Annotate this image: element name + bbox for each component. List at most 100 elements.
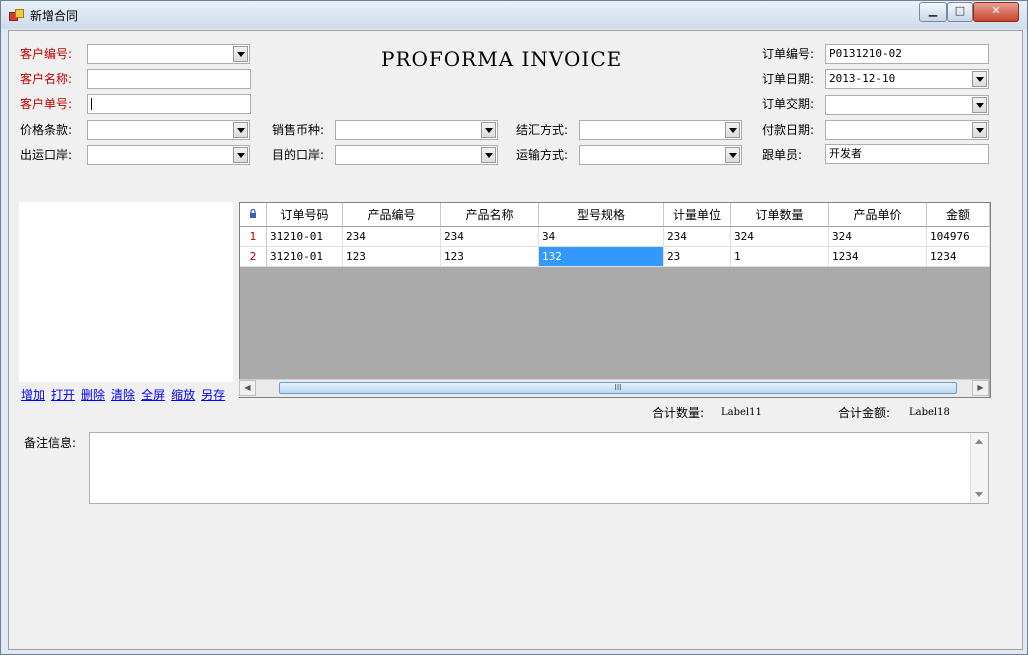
- notes-vertical-scrollbar[interactable]: [970, 433, 988, 503]
- minimize-button[interactable]: ▁: [919, 2, 947, 22]
- product-image-box[interactable]: [19, 202, 233, 382]
- image-actions: 增加 打开 删除 清除 全屏 缩放 另存: [21, 386, 231, 403]
- follower-label: 跟单员:: [762, 148, 803, 162]
- row-number[interactable]: 1: [240, 227, 267, 247]
- price-terms-label: 价格条款:: [20, 123, 73, 137]
- table-cell[interactable]: 31210-01: [267, 227, 343, 247]
- table-cell[interactable]: 23: [664, 247, 731, 267]
- order-items-grid[interactable]: 订单号码 产品编号 产品名称 型号规格 计量单位 订单数量 产品单价 金额 1 …: [239, 202, 991, 398]
- app-icon: [9, 9, 24, 21]
- col-header-price[interactable]: 产品单价: [829, 203, 927, 227]
- form-client-area: 客户编号: PROFORMA INVOICE 订单编号: P0131210-02…: [8, 30, 1023, 650]
- port-load-combo[interactable]: [87, 145, 250, 165]
- delete-image-link[interactable]: 删除: [81, 388, 105, 402]
- payment-date-picker[interactable]: [825, 120, 989, 140]
- table-cell[interactable]: 34: [539, 227, 664, 247]
- notes-textarea[interactable]: [89, 432, 989, 504]
- notes-label: 备注信息:: [24, 436, 77, 450]
- port-load-label: 出运口岸:: [20, 148, 73, 162]
- table-cell[interactable]: 1234: [927, 247, 990, 267]
- chevron-down-icon[interactable]: [972, 122, 987, 138]
- follower-field[interactable]: 开发者: [825, 144, 989, 164]
- table-cell[interactable]: 123: [441, 247, 539, 267]
- table-cell[interactable]: 324: [731, 227, 829, 247]
- save-as-image-link[interactable]: 另存: [201, 388, 225, 402]
- chevron-down-icon[interactable]: [233, 147, 248, 163]
- total-amount-value: Label18: [909, 407, 950, 418]
- customer-order-field[interactable]: [87, 94, 251, 114]
- chevron-down-icon[interactable]: [725, 122, 740, 138]
- table-cell[interactable]: 234: [441, 227, 539, 247]
- transport-combo[interactable]: [579, 145, 742, 165]
- scroll-down-icon[interactable]: [975, 492, 983, 497]
- page-title: PROFORMA INVOICE: [381, 47, 623, 71]
- delivery-date-label: 订单交期:: [762, 97, 815, 111]
- order-date-value: 2013-12-10: [829, 72, 896, 85]
- total-qty-label: 合计数量:: [652, 406, 705, 420]
- table-cell[interactable]: 324: [829, 227, 927, 247]
- scroll-right-icon[interactable]: ▶: [972, 380, 989, 396]
- chevron-down-icon[interactable]: [725, 147, 740, 163]
- col-header-unit[interactable]: 计量单位: [664, 203, 731, 227]
- sales-currency-combo[interactable]: [335, 120, 498, 140]
- grid-horizontal-scrollbar[interactable]: ◀ III ▶: [239, 379, 989, 397]
- customer-order-label: 客户单号:: [20, 97, 73, 111]
- destination-port-label: 目的口岸:: [272, 148, 325, 162]
- col-header-order-no[interactable]: 订单号码: [267, 203, 343, 227]
- order-date-label: 订单日期:: [762, 72, 815, 86]
- chevron-down-icon[interactable]: [972, 71, 987, 87]
- scroll-left-icon[interactable]: ◀: [239, 380, 256, 396]
- sales-currency-label: 销售币种:: [272, 123, 325, 137]
- settlement-combo[interactable]: [579, 120, 742, 140]
- col-header-product-name[interactable]: 产品名称: [441, 203, 539, 227]
- title-bar: 新增合同 ▁ □ ✕: [1, 1, 1027, 29]
- payment-date-label: 付款日期:: [762, 123, 815, 137]
- col-header-amount[interactable]: 金额: [927, 203, 990, 227]
- col-header-product-code[interactable]: 产品编号: [343, 203, 441, 227]
- chevron-down-icon[interactable]: [481, 122, 496, 138]
- destination-port-combo[interactable]: [335, 145, 498, 165]
- grid-header: 订单号码 产品编号 产品名称 型号规格 计量单位 订单数量 产品单价 金额: [240, 203, 990, 227]
- total-amount-label: 合计金额:: [838, 406, 891, 420]
- clear-image-link[interactable]: 清除: [111, 388, 135, 402]
- chevron-down-icon[interactable]: [233, 122, 248, 138]
- order-no-label: 订单编号:: [762, 47, 815, 61]
- fullscreen-image-link[interactable]: 全屏: [141, 388, 165, 402]
- maximize-button[interactable]: □: [947, 2, 973, 22]
- chevron-down-icon[interactable]: [233, 46, 248, 62]
- delivery-date-picker[interactable]: [825, 95, 989, 115]
- selected-cell[interactable]: 132: [539, 247, 664, 267]
- table-row[interactable]: 2 31210-01 123 123 132 23 1 1234 1234: [240, 247, 990, 267]
- add-image-link[interactable]: 增加: [21, 388, 45, 402]
- chevron-down-icon[interactable]: [481, 147, 496, 163]
- zoom-image-link[interactable]: 缩放: [171, 388, 195, 402]
- row-number[interactable]: 2: [240, 247, 267, 267]
- order-no-field[interactable]: P0131210-02: [825, 44, 989, 64]
- price-terms-combo[interactable]: [87, 120, 250, 140]
- order-date-picker[interactable]: 2013-12-10: [825, 69, 989, 89]
- total-qty-value: Label11: [721, 407, 762, 418]
- col-header-spec[interactable]: 型号规格: [539, 203, 664, 227]
- table-cell[interactable]: 234: [343, 227, 441, 247]
- table-cell[interactable]: 1: [731, 247, 829, 267]
- customer-code-combo[interactable]: [87, 44, 250, 64]
- close-button[interactable]: ✕: [973, 2, 1019, 22]
- customer-name-label: 客户名称:: [20, 72, 73, 86]
- col-header-qty[interactable]: 订单数量: [731, 203, 829, 227]
- transport-label: 运输方式:: [516, 148, 569, 162]
- table-cell[interactable]: 123: [343, 247, 441, 267]
- chevron-down-icon[interactable]: [972, 97, 987, 113]
- table-row[interactable]: 1 31210-01 234 234 34 234 324 324 104976: [240, 227, 990, 247]
- scroll-up-icon[interactable]: [975, 439, 983, 444]
- open-image-link[interactable]: 打开: [51, 388, 75, 402]
- text-caret: [91, 98, 92, 110]
- window-title: 新增合同: [30, 9, 79, 23]
- table-cell[interactable]: 31210-01: [267, 247, 343, 267]
- customer-name-field[interactable]: [87, 69, 251, 89]
- scroll-thumb[interactable]: III: [279, 382, 957, 394]
- customer-code-label: 客户编号:: [20, 47, 73, 61]
- table-cell[interactable]: 1234: [829, 247, 927, 267]
- table-cell[interactable]: 104976: [927, 227, 990, 247]
- table-cell[interactable]: 234: [664, 227, 731, 247]
- settlement-label: 结汇方式:: [516, 123, 569, 137]
